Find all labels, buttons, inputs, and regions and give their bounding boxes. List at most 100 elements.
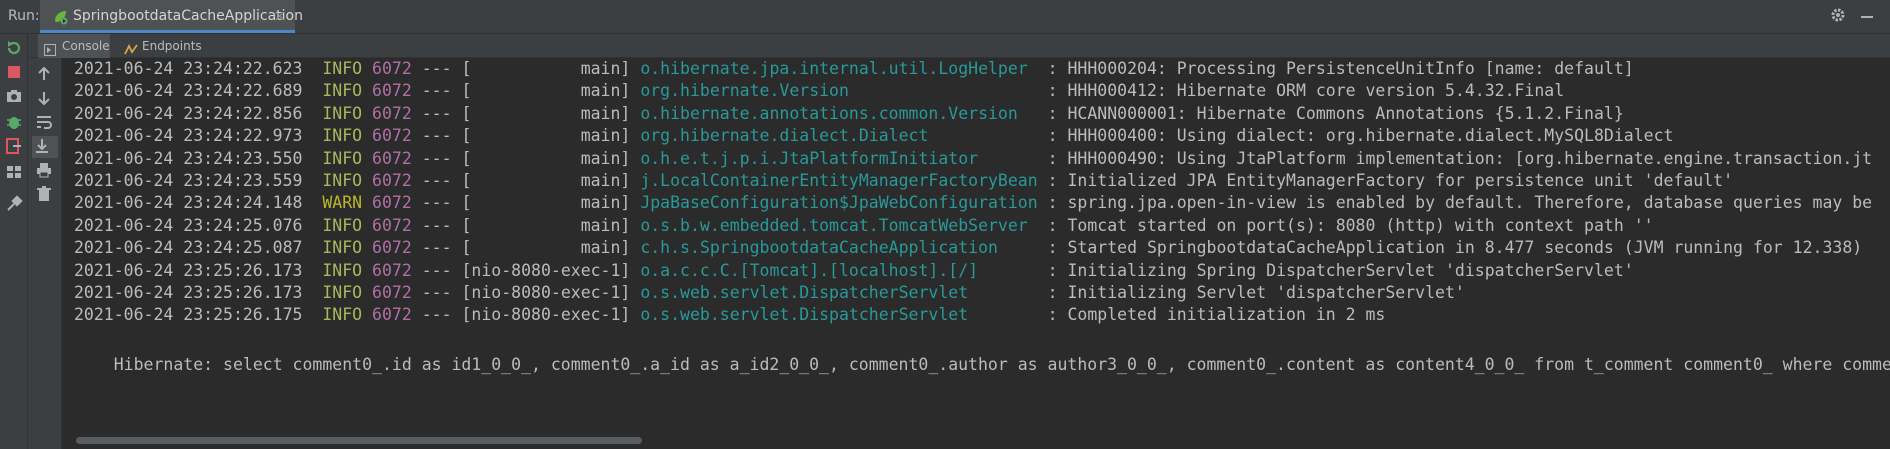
console-tool-strip bbox=[28, 58, 62, 449]
log-logger: o.h.e.t.j.p.i.JtaPlatformInitiator bbox=[640, 148, 1048, 168]
log-level: INFO bbox=[322, 215, 363, 235]
print-icon[interactable] bbox=[34, 160, 56, 182]
log-level: INFO bbox=[322, 81, 363, 101]
log-logger: o.s.b.w.embedded.tomcat.TomcatWebServer bbox=[640, 215, 1048, 235]
log-timestamp: 2021-06-24 23:25:26.175 bbox=[74, 305, 303, 325]
console-subtabs: Console Endpoints bbox=[28, 34, 1890, 58]
log-level: INFO bbox=[322, 148, 363, 168]
trash-icon[interactable] bbox=[34, 184, 56, 206]
log-pid: 6072 bbox=[372, 193, 412, 213]
log-timestamp: 2021-06-24 23:24:25.087 bbox=[74, 238, 303, 258]
log-logger: org.hibernate.dialect.Dialect bbox=[640, 126, 1048, 146]
tab-endpoints-label: Endpoints bbox=[142, 39, 202, 53]
log-timestamp: 2021-06-24 23:24:24.148 bbox=[74, 193, 303, 213]
log-logger: JpaBaseConfiguration$JpaWebConfiguration bbox=[640, 193, 1048, 213]
log-separator: --- bbox=[421, 126, 452, 146]
log-thread: [ main] bbox=[461, 103, 631, 123]
log-timestamp: 2021-06-24 23:24:23.559 bbox=[74, 171, 303, 190]
log-level: INFO bbox=[322, 260, 363, 280]
log-separator: --- bbox=[421, 238, 452, 258]
tab-console-label: Console bbox=[62, 39, 110, 53]
stop-icon[interactable] bbox=[4, 62, 26, 84]
gear-icon[interactable] bbox=[1830, 7, 1846, 27]
log-thread: [ main] bbox=[461, 215, 631, 235]
log-thread: [ main] bbox=[461, 126, 631, 146]
log-timestamp: 2021-06-24 23:24:23.550 bbox=[74, 148, 303, 168]
up-arrow-icon[interactable] bbox=[34, 64, 56, 86]
log-message: : Completed initialization in 2 ms bbox=[1047, 305, 1386, 325]
minimize-icon[interactable] bbox=[1860, 7, 1874, 27]
log-pid: 6072 bbox=[372, 126, 412, 146]
log-message: : HCANN000001: Hibernate Commons Annotat… bbox=[1047, 103, 1624, 123]
exit-icon[interactable] bbox=[4, 136, 26, 158]
log-level: WARN bbox=[322, 193, 363, 213]
tab-endpoints[interactable]: Endpoints bbox=[120, 34, 210, 58]
debug-bug-icon[interactable] bbox=[4, 112, 26, 134]
log-pid: 6072 bbox=[372, 59, 412, 78]
run-tool-strip bbox=[0, 34, 28, 449]
log-level: INFO bbox=[322, 283, 363, 302]
log-timestamp: 2021-06-24 23:24:22.689 bbox=[74, 81, 303, 101]
log-message: : HHH000490: Using JtaPlatform implement… bbox=[1047, 148, 1873, 168]
log-logger: o.s.web.servlet.DispatcherServlet bbox=[640, 283, 1048, 302]
log-timestamp: 2021-06-24 23:24:22.856 bbox=[74, 103, 303, 123]
scroll-to-end-icon[interactable] bbox=[32, 136, 58, 158]
log-separator: --- bbox=[421, 215, 452, 235]
down-arrow-icon[interactable] bbox=[34, 88, 56, 110]
rerun-icon[interactable] bbox=[4, 38, 26, 60]
log-logger: org.hibernate.Version bbox=[640, 81, 1048, 101]
log-pid: 6072 bbox=[372, 103, 412, 123]
log-level: INFO bbox=[322, 305, 363, 325]
console-output[interactable]: 2021-06-24 23:24:22.623 INFO 6072 --- [ … bbox=[62, 58, 1890, 432]
log-thread: [ main] bbox=[461, 193, 631, 213]
pin-icon[interactable] bbox=[4, 194, 26, 216]
log-thread: [nio-8080-exec-1] bbox=[461, 260, 631, 280]
log-separator: --- bbox=[421, 193, 452, 213]
log-logger: j.LocalContainerEntityManagerFactoryBean bbox=[640, 171, 1048, 190]
log-message: : HHH000204: Processing PersistenceUnitI… bbox=[1047, 59, 1634, 78]
log-logger: o.s.web.servlet.DispatcherServlet bbox=[640, 305, 1048, 325]
log-pid: 6072 bbox=[372, 305, 412, 325]
log-thread: [nio-8080-exec-1] bbox=[461, 283, 631, 302]
log-pid: 6072 bbox=[372, 238, 412, 258]
log-level: INFO bbox=[322, 59, 363, 78]
log-pid: 6072 bbox=[372, 171, 412, 190]
log-message: : Tomcat started on port(s): 8080 (http)… bbox=[1047, 215, 1654, 235]
log-separator: --- bbox=[421, 305, 452, 325]
log-thread: [ main] bbox=[461, 171, 631, 190]
log-separator: --- bbox=[421, 283, 452, 302]
horizontal-scrollbar[interactable] bbox=[62, 432, 1890, 449]
layout-icon[interactable] bbox=[4, 162, 26, 184]
hibernate-sql-text: Hibernate: select comment0_.id as id1_0_… bbox=[113, 354, 1890, 374]
log-level: INFO bbox=[322, 126, 363, 146]
hibernate-sql-line: Hibernate: select comment0_.id as id1_0_… bbox=[74, 324, 1890, 374]
log-timestamp: 2021-06-24 23:25:26.173 bbox=[74, 260, 303, 280]
log-thread: [nio-8080-exec-1] bbox=[461, 305, 631, 325]
log-message: : Initialized JPA EntityManagerFactory f… bbox=[1047, 171, 1734, 190]
log-logger: c.h.s.SpringbootdataCacheApplication bbox=[640, 238, 1048, 258]
log-pid: 6072 bbox=[372, 148, 412, 168]
tab-console[interactable]: Console bbox=[38, 34, 110, 58]
log-message: : HHH000412: Hibernate ORM core version … bbox=[1047, 81, 1565, 101]
log-message: : Initializing Spring DispatcherServlet … bbox=[1047, 260, 1634, 280]
log-message: : Initializing Servlet 'dispatcherServle… bbox=[1047, 283, 1465, 302]
log-separator: --- bbox=[421, 171, 452, 190]
log-message: : Started SpringbootdataCacheApplication… bbox=[1047, 238, 1863, 258]
run-toolbar: Run: SpringbootdataCacheApplication × bbox=[0, 0, 1890, 34]
log-pid: 6072 bbox=[372, 283, 412, 302]
close-tab-icon[interactable]: × bbox=[273, 6, 286, 25]
log-logger: o.hibernate.jpa.internal.util.LogHelper bbox=[640, 59, 1048, 78]
soft-wrap-icon[interactable] bbox=[34, 112, 56, 134]
run-tab-label: SpringbootdataCacheApplication bbox=[73, 8, 303, 24]
camera-icon[interactable] bbox=[4, 86, 26, 108]
log-pid: 6072 bbox=[372, 81, 412, 101]
log-pid: 6072 bbox=[372, 260, 412, 280]
log-thread: [ main] bbox=[461, 81, 631, 101]
log-thread: [ main] bbox=[461, 59, 631, 78]
log-pid: 6072 bbox=[372, 215, 412, 235]
log-timestamp: 2021-06-24 23:25:26.173 bbox=[74, 283, 303, 302]
run-configuration-tab[interactable]: SpringbootdataCacheApplication × bbox=[40, 0, 303, 33]
log-level: INFO bbox=[322, 171, 363, 190]
log-separator: --- bbox=[421, 59, 452, 78]
horizontal-scrollbar-thumb[interactable] bbox=[76, 437, 642, 444]
